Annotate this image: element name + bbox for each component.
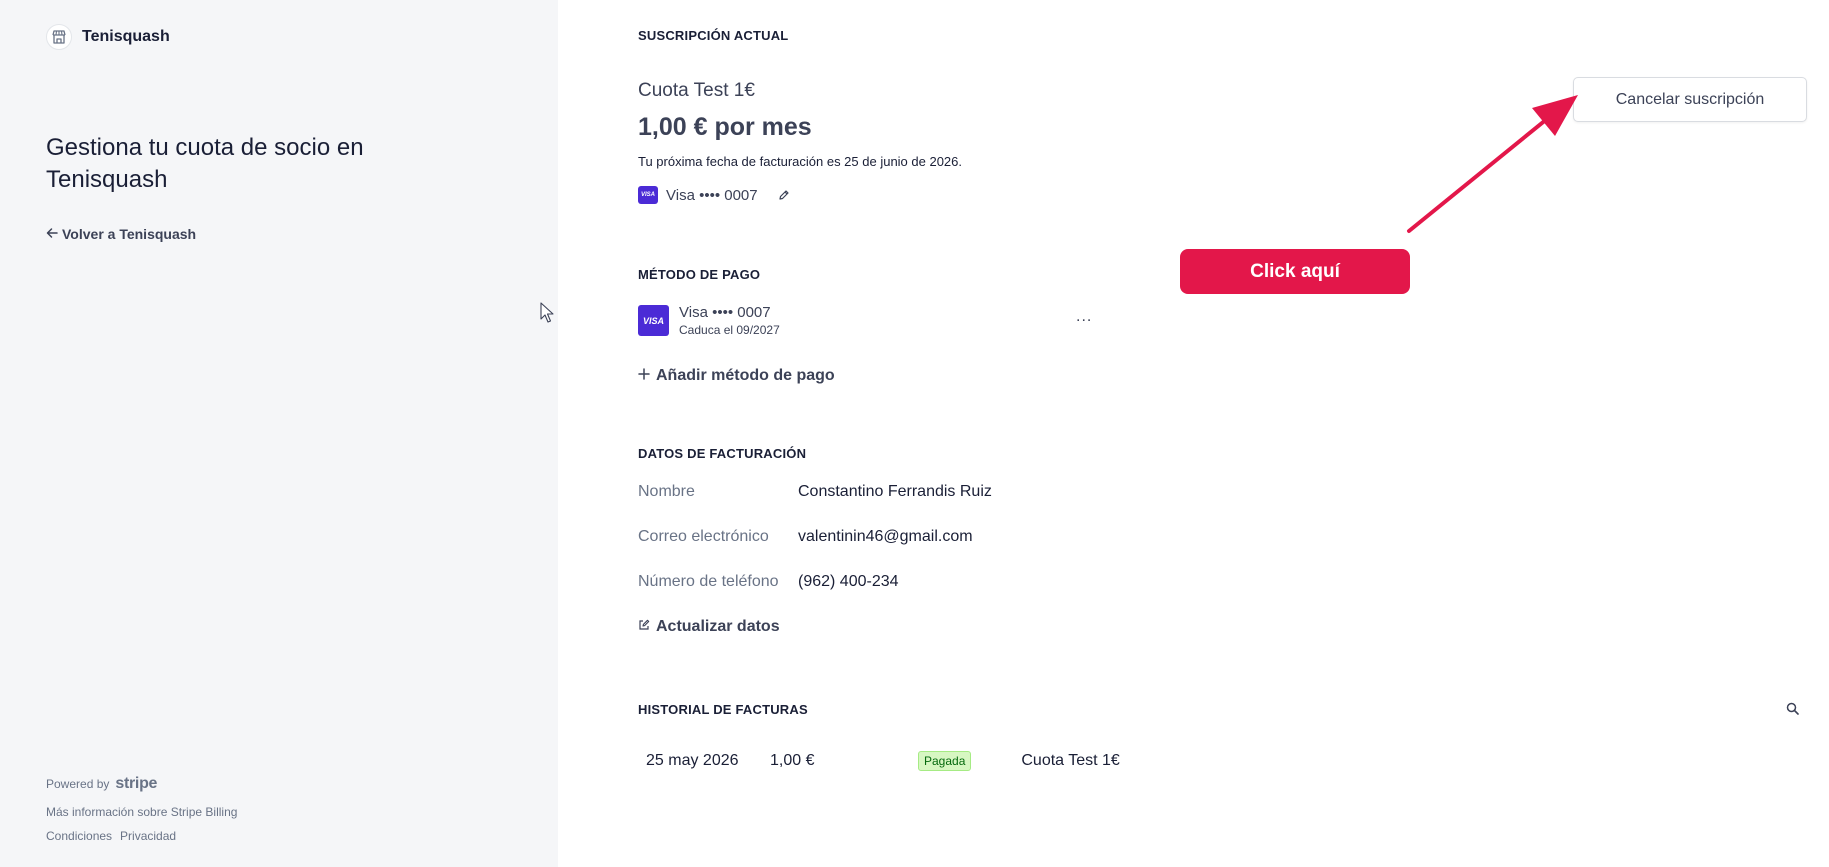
billing-row-phone: Número de teléfono (962) 400-234	[638, 573, 899, 591]
left-panel: Tenisquash Gestiona tu cuota de socio en…	[0, 0, 558, 867]
mouse-cursor-icon	[540, 302, 554, 329]
brand-name: Tenisquash	[82, 28, 170, 45]
billing-row-email: Correo electrónico valentinin46@gmail.co…	[638, 528, 973, 546]
payment-method-expiry: Caduca el 09/2027	[679, 323, 780, 337]
invoice-amount: 1,00 €	[770, 752, 815, 769]
store-icon	[46, 24, 72, 50]
plus-icon	[638, 367, 650, 385]
pencil-icon[interactable]	[778, 189, 790, 201]
update-details-label: Actualizar datos	[656, 618, 780, 635]
billing-label: Nombre	[638, 483, 695, 500]
visa-card-icon: VISA	[638, 305, 669, 336]
cancel-subscription-button[interactable]: Cancelar suscripción	[1573, 77, 1807, 122]
brand[interactable]: Tenisquash	[46, 24, 170, 50]
annotation-arrow-icon	[1407, 95, 1578, 233]
visa-card-icon: VISA	[638, 186, 658, 204]
plan-name: Cuota Test 1€	[638, 80, 755, 101]
billing-label: Número de teléfono	[638, 573, 779, 590]
powered-by: Powered by stripe	[46, 775, 237, 793]
stripe-logo[interactable]: stripe	[115, 775, 157, 793]
update-details-button[interactable]: Actualizar datos	[638, 618, 780, 636]
invoice-description: Cuota Test 1€	[1021, 752, 1120, 769]
search-icon[interactable]	[1786, 702, 1799, 720]
billing-value: (962) 400-234	[798, 573, 899, 590]
click-here-callout: Click aquí	[1180, 249, 1410, 294]
payment-method-card: Visa •••• 0007	[679, 304, 771, 321]
payment-method-details: Visa •••• 0007 Caduca el 09/2027	[679, 304, 780, 337]
invoice-row[interactable]: 25 may 2026 1,00 € Pagada Cuota Test 1€	[646, 751, 1120, 771]
add-payment-method-label: Añadir método de pago	[656, 367, 835, 384]
privacy-link[interactable]: Privacidad	[120, 829, 176, 843]
back-link[interactable]: Volver a Tenisquash	[46, 226, 196, 242]
powered-by-label: Powered by	[46, 777, 110, 791]
payment-method-section-title: MÉTODO DE PAGO	[638, 267, 761, 282]
billing-section-title: DATOS DE FACTURACIÓN	[638, 446, 807, 461]
arrow-left-icon	[46, 226, 58, 242]
stripe-billing-link[interactable]: Más información sobre Stripe Billing	[46, 805, 237, 819]
footer: Powered by stripe Más información sobre …	[46, 775, 237, 843]
plan-price: 1,00 € por mes	[638, 113, 812, 141]
billing-row-name: Nombre Constantino Ferrandis Ruiz	[638, 483, 992, 501]
add-payment-method-button[interactable]: Añadir método de pago	[638, 367, 835, 385]
page-title: Gestiona tu cuota de socio en Tenisquash	[46, 134, 364, 193]
subscription-card: VISA Visa •••• 0007	[638, 186, 790, 204]
invoice-history-section-title: HISTORIAL DE FACTURAS	[638, 702, 808, 717]
footer-links: Condiciones Privacidad	[46, 829, 237, 843]
edit-box-icon	[638, 618, 650, 636]
next-billing-date: Tu próxima fecha de facturación es 25 de…	[638, 154, 963, 169]
status-badge: Pagada	[918, 751, 972, 771]
billing-value: Constantino Ferrandis Ruiz	[798, 483, 992, 500]
more-options-button[interactable]: ...	[1076, 308, 1092, 326]
billing-value: valentinin46@gmail.com	[798, 528, 973, 545]
terms-link[interactable]: Condiciones	[46, 829, 112, 843]
invoice-date: 25 may 2026	[646, 752, 739, 769]
subscription-section-title: SUSCRIPCIÓN ACTUAL	[638, 28, 789, 43]
subscription-card-label: Visa •••• 0007	[666, 186, 758, 204]
billing-label: Correo electrónico	[638, 528, 769, 545]
back-link-label: Volver a Tenisquash	[62, 226, 197, 242]
payment-method-row: VISA Visa •••• 0007 Caduca el 09/2027	[638, 304, 780, 337]
